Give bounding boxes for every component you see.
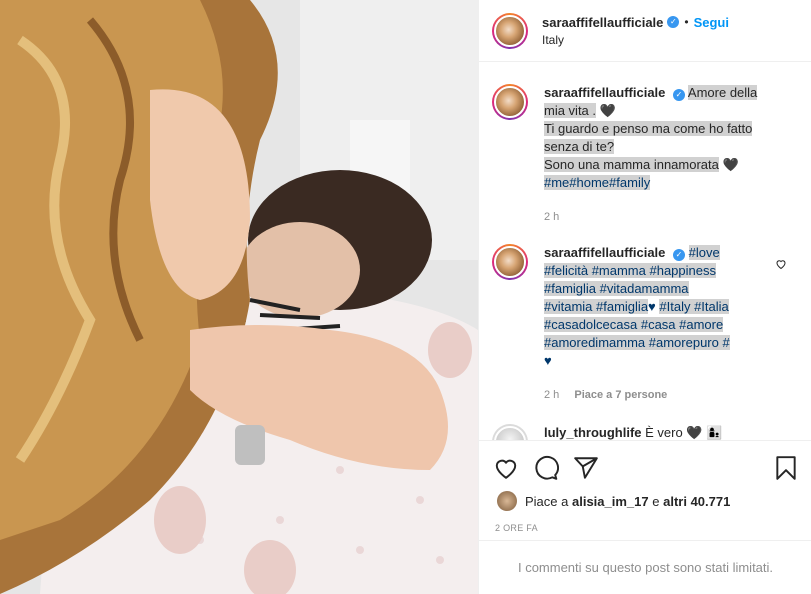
separator-dot: • [684,15,689,29]
comment-hashtags[interactable]: #Italy #Italia [659,299,729,314]
verified-icon: ✓ [673,249,686,261]
liked-by-others[interactable]: altri 40.771 [663,494,730,509]
post-sidebar: saraaffifellaufficiale ✓ • Segui Italy s… [478,0,811,594]
photo-illustration [0,0,478,594]
black-heart-icon: 🖤 [686,425,703,440]
comment-like-heart-icon[interactable] [775,258,787,270]
caption-comment: saraaffifellaufficiale ✓ Amore della mia… [492,84,797,226]
caption-line: Amore della [687,85,758,100]
liked-by: Piace a alisia_im_17 e altri 40.771 [497,491,730,511]
comment-hashtags[interactable]: #amoredimamma #amorepuro # [544,335,730,350]
comment-hashtags[interactable]: #vitamia #famiglia [544,299,649,314]
caption-hashtags[interactable]: #me#home#family [544,175,651,190]
comment-item: luly_throughlife È vero 🖤 👩‍👦 [492,424,797,440]
comment-avatar[interactable] [492,244,528,280]
caption-time[interactable]: 2 h [544,211,559,223]
post-header: saraaffifellaufficiale ✓ • Segui Italy [479,0,811,62]
author-username[interactable]: saraaffifellaufficiale [542,15,663,30]
post-photo[interactable] [0,0,478,594]
blue-heart-icon: ♥ [544,353,552,368]
liked-by-user[interactable]: alisia_im_17 [572,494,649,509]
caption-avatar[interactable] [492,84,528,120]
bookmark-icon[interactable] [773,455,799,481]
blue-heart-icon: ♥ [648,299,656,314]
caption-line: Ti guardo e penso ma come ho fatto [544,121,753,136]
caption-line: mia vita . [544,103,597,118]
comment-item: saraaffifellaufficiale ✓ #love #felicità… [492,244,797,404]
comment-text: È vero [645,425,683,440]
caption-line: Sono una mamma innamorata [544,157,719,172]
post-timeago[interactable]: 2 ORE FA [495,523,538,533]
liked-by-middle: e [652,493,660,509]
liked-by-prefix: Piace a [525,493,569,509]
comment-avatar[interactable] [492,424,528,440]
author-avatar[interactable] [492,12,528,49]
post-location[interactable]: Italy [542,33,729,47]
comment-time[interactable]: 2 h [544,389,559,401]
caption-username[interactable]: saraaffifellaufficiale [544,85,665,100]
share-icon[interactable] [573,455,599,481]
verified-icon: ✓ [667,16,680,28]
comment-hashtags[interactable]: #felicità #mamma #happiness [544,263,716,278]
comment-hashtags[interactable]: #casadolcecasa #casa #amore [544,317,724,332]
black-heart-icon: 🖤 [722,157,739,172]
comment-likes[interactable]: Piace a 7 persone [574,389,667,401]
liker-avatar[interactable] [497,491,517,511]
post-actions: Piace a alisia_im_17 e altri 40.771 2 OR… [479,440,811,540]
comment-username[interactable]: luly_throughlife [544,425,642,440]
comment-hashtags[interactable]: #love [688,245,720,260]
comment-username[interactable]: saraaffifellaufficiale [544,245,665,260]
comments-limited-notice: I commenti su questo post sono stati lim… [479,540,811,594]
people-emoji-icon: 👩‍👦 [706,425,723,440]
verified-icon: ✓ [673,89,686,101]
heart-icon[interactable] [493,455,519,481]
caption-line: senza di te? [544,139,615,154]
comment-icon[interactable] [533,455,559,481]
comments-list[interactable]: saraaffifellaufficiale ✓ Amore della mia… [479,70,811,440]
follow-button[interactable]: Segui [694,15,729,30]
comment-hashtags[interactable]: #famiglia #vitadamamma [544,281,689,296]
black-heart-icon: 🖤 [599,103,616,118]
